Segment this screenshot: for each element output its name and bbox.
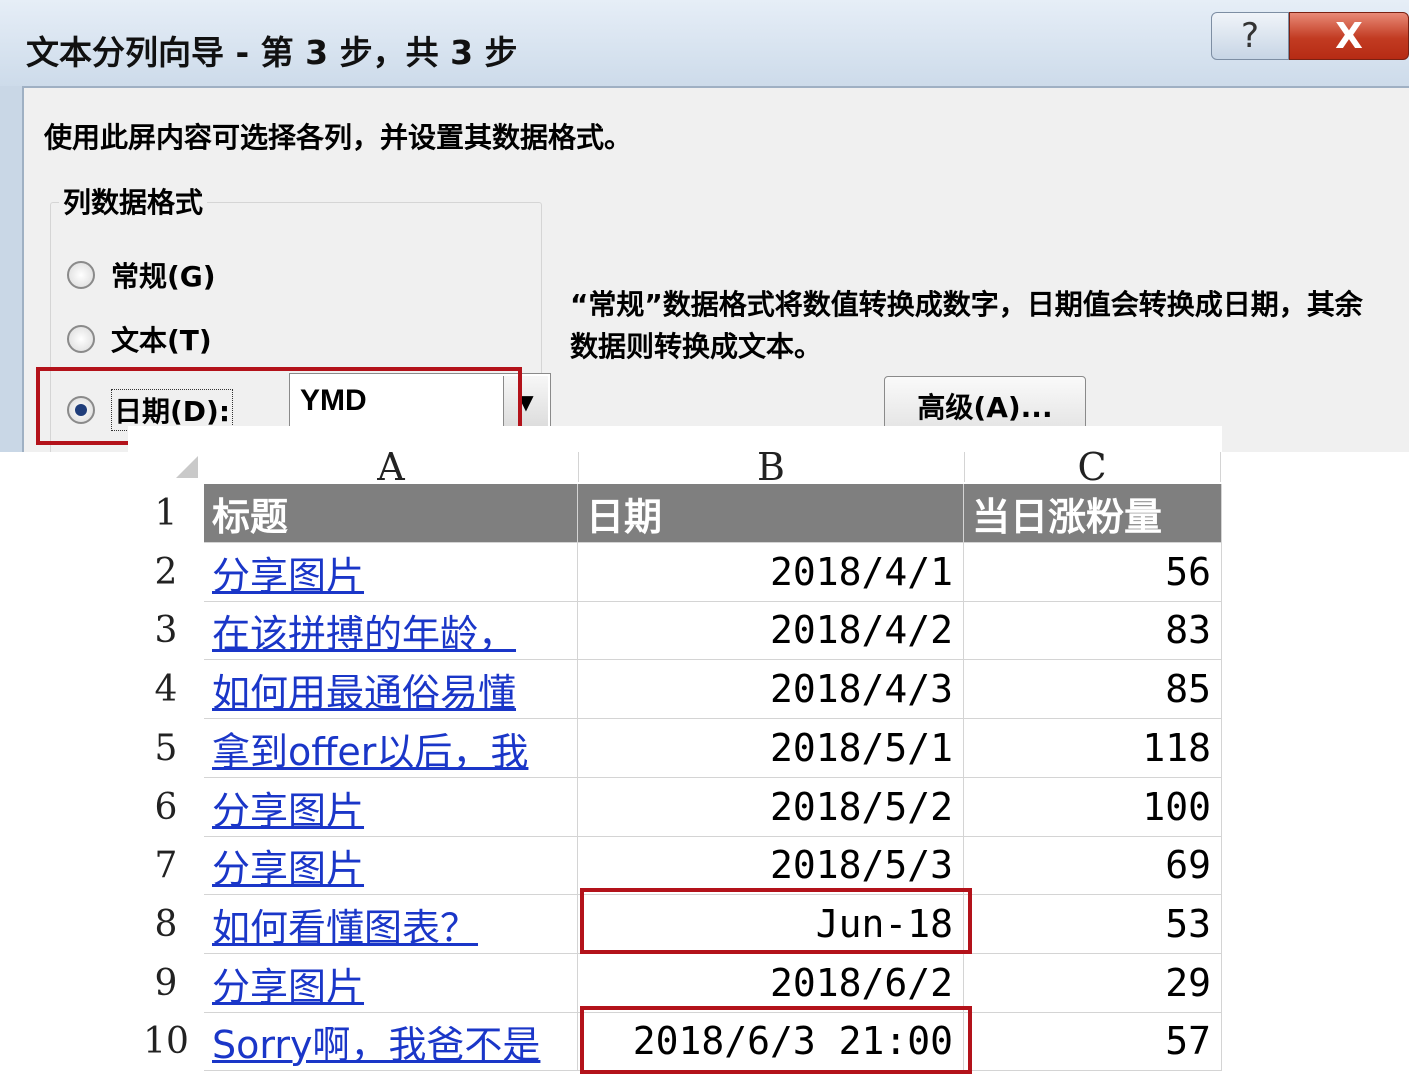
count-cell[interactable]: 29 [964,954,1222,1013]
date-cell[interactable]: 2018/4/1 [578,543,964,602]
radio-text-label: 文本(T) [111,324,212,357]
count-cell[interactable]: 100 [964,778,1222,837]
radio-general[interactable]: 常规(G) [67,255,216,295]
title-link-cell[interactable]: 拿到offer以后，我 [204,719,578,778]
row-number[interactable]: 2 [128,543,204,602]
row-number[interactable]: 5 [128,719,204,778]
close-icon: X [1335,15,1363,57]
column-header-b[interactable]: B [578,445,965,489]
row-number[interactable]: 4 [128,660,204,719]
title-link-cell[interactable]: 分享图片 [204,954,578,1013]
radio-general-label: 常规(G) [111,260,216,293]
row-number[interactable]: 7 [128,836,204,895]
select-all-corner[interactable] [128,452,204,482]
title-link-cell[interactable]: 在该拼搏的年龄， [204,601,578,660]
title-link-cell[interactable]: 分享图片 [204,543,578,602]
date-cell[interactable]: 2018/4/2 [578,601,964,660]
radio-text-indicator[interactable] [67,325,95,353]
date-cell[interactable]: 2018/6/2 [578,954,964,1013]
radio-general-indicator[interactable] [67,261,95,289]
title-link-cell[interactable]: 分享图片 [204,836,578,895]
date-cell[interactable]: 2018/5/1 [578,719,964,778]
header-cell[interactable]: 日期 [578,484,964,543]
cell-b10-highlight [580,1006,972,1074]
column-header-a[interactable]: A [204,445,579,489]
title-link-cell[interactable]: 分享图片 [204,778,578,837]
header-cell[interactable]: 标题 [204,484,578,543]
radio-text[interactable]: 文本(T) [67,319,212,359]
help-button[interactable]: ? [1211,12,1289,60]
header-cell[interactable]: 当日涨粉量 [964,484,1222,543]
title-link-cell[interactable]: Sorry啊，我爸不是 [204,1012,578,1071]
dialog-titlebar: 文本分列向导 - 第 3 步，共 3 步 ? X [0,0,1409,86]
row-number[interactable]: 10 [128,1012,204,1071]
count-cell[interactable]: 85 [964,660,1222,719]
row-number[interactable]: 1 [128,484,204,543]
instruction-text: 使用此屏内容可选择各列，并设置其数据格式。 [44,121,633,154]
dialog-title: 文本分列向导 - 第 3 步，共 3 步 [26,33,518,72]
text-to-columns-dialog: 文本分列向导 - 第 3 步，共 3 步 ? X 使用此屏内容可选择各列，并设置… [0,0,1409,452]
row-number[interactable]: 3 [128,601,204,660]
count-cell[interactable]: 69 [964,836,1222,895]
date-cell[interactable]: 2018/4/3 [578,660,964,719]
count-cell[interactable]: 118 [964,719,1222,778]
count-cell[interactable]: 56 [964,543,1222,602]
title-link-cell[interactable]: 如何用最通俗易懂 [204,660,578,719]
column-header-c[interactable]: C [964,445,1221,489]
date-cell[interactable]: 2018/5/2 [578,778,964,837]
spreadsheet: A B C 1 标题 日期 当日涨粉量 2 分享图片 2018/4/1 56 3 在该拼搏的年龄，… [128,426,1222,1080]
help-icon: ? [1240,16,1260,56]
count-cell[interactable]: 57 [964,1012,1222,1071]
format-description: “常规”数据格式将数值转换成数字，日期值会转换成日期，其余数据则转换成文本。 [570,288,1363,363]
row-number[interactable]: 6 [128,778,204,837]
row-number[interactable]: 8 [128,895,204,954]
row-number[interactable]: 9 [128,954,204,1013]
count-cell[interactable]: 53 [964,895,1222,954]
column-format-group-label: 列数据格式 [59,181,208,221]
close-button[interactable]: X [1289,12,1409,60]
date-cell[interactable]: 2018/5/3 [578,836,964,895]
title-link-cell[interactable]: 如何看懂图表？ [204,895,578,954]
cell-b8-highlight [580,888,972,954]
count-cell[interactable]: 83 [964,601,1222,660]
